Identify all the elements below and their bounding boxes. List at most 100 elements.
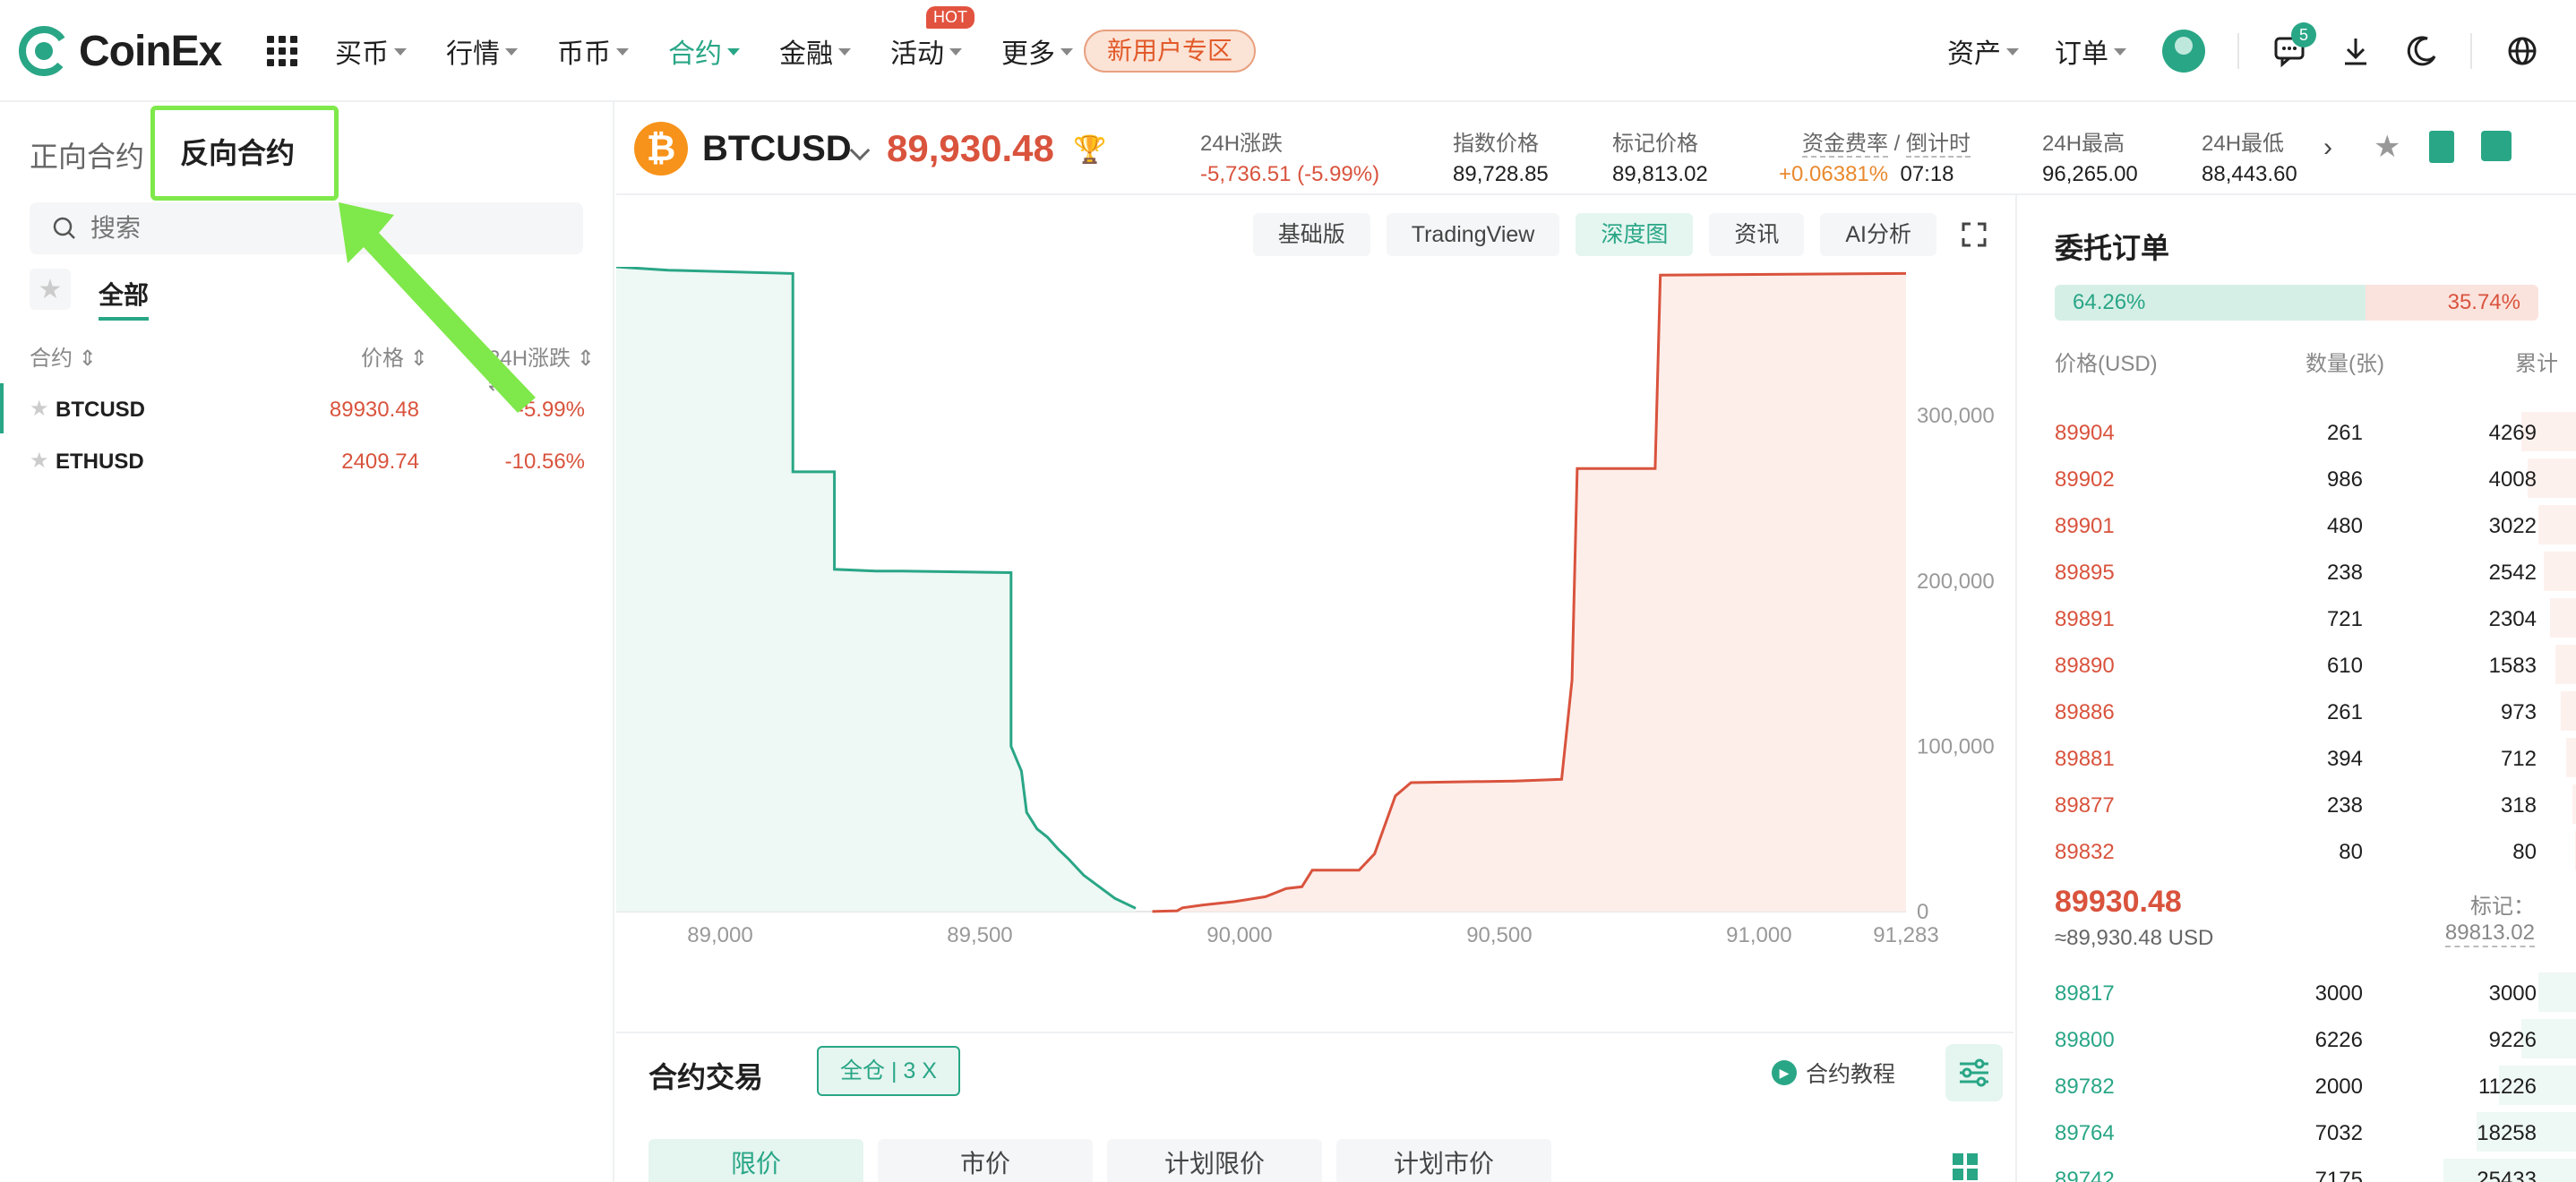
ask-row[interactable]: 89886 261 973 <box>2017 688 2576 734</box>
depth-bar <box>2566 738 2576 777</box>
order-qty: 394 <box>2326 747 2363 771</box>
order-qty: 3000 <box>2314 981 2363 1006</box>
order-type-tab[interactable]: 市价 <box>878 1139 1093 1182</box>
x-tick-label: 89,500 <box>947 923 1012 947</box>
mid-price-usd: ≈89,930.48 USD <box>2055 926 2214 950</box>
depth-bar <box>2538 972 2576 1012</box>
ask-row[interactable]: 89881 394 712 <box>2017 734 2576 781</box>
chart-tab[interactable]: 基础版 <box>1252 213 1370 256</box>
moon-icon[interactable] <box>2404 33 2440 69</box>
order-price: 89902 <box>2055 467 2115 492</box>
bid-row[interactable]: 89742 7175 25433 <box>2017 1155 2576 1182</box>
new-user-zone-button[interactable]: 新用户专区 <box>1084 30 1257 73</box>
bid-row[interactable]: 89817 3000 3000 <box>2017 969 2576 1015</box>
trophy-icon[interactable]: 🏆 <box>1073 134 1106 166</box>
nav-item-label: 更多 <box>1001 39 1055 69</box>
hot-badge: HOT <box>926 6 975 29</box>
assets-menu[interactable]: 资产 <box>1947 31 2019 71</box>
order-type-tab[interactable]: 计划市价 <box>1336 1139 1551 1182</box>
market-list-panel: 正向合约 反向合约 ★ 全部 合约 ⇕ 价格 ⇕ 24H涨跌 ⇕ ⇌ ★ BTC… <box>0 102 614 1182</box>
tutorial-link[interactable]: ▶ 合约教程 <box>1772 1057 1895 1089</box>
stat-24h-change: 24H涨跌 -5,736.51 (-5.99%) <box>1200 132 1380 186</box>
chart-tab[interactable]: 资讯 <box>1709 213 1805 256</box>
stat-funding-rate[interactable]: 资金费率 / 倒计时 +0.06381% 07:18 <box>1779 125 1971 187</box>
bid-row[interactable]: 89800 6226 9226 <box>2017 1015 2576 1062</box>
bid-row[interactable]: 89782 2000 11226 <box>2017 1062 2576 1109</box>
nav-item[interactable]: 更多 <box>1001 31 1073 71</box>
order-type-tab[interactable]: 计划限价 <box>1107 1139 1322 1182</box>
chevron-down-icon <box>2006 48 2019 56</box>
depth-chart-panel: 基础版 TradingView 深度图 资讯 AI分析 89,000 89,500 90,0… <box>616 195 2014 1032</box>
order-type-tab[interactable]: 限价 <box>648 1139 863 1182</box>
order-price: 89742 <box>2055 1168 2115 1182</box>
chart-tab[interactable]: 深度图 <box>1576 213 1694 256</box>
nav-item-label: 合约 <box>668 39 722 69</box>
order-qty: 986 <box>2326 467 2363 492</box>
ask-row[interactable]: 89891 721 2304 <box>2017 595 2576 641</box>
download-icon[interactable] <box>2338 33 2374 69</box>
orderbook-panel: 委托订单 64.26% 35.74% 价格(USD) 数量(张) 累计 8990… <box>2015 195 2576 1182</box>
order-qty: 610 <box>2326 654 2363 678</box>
chart-tab[interactable]: TradingView <box>1386 213 1560 256</box>
coinex-logo-icon <box>19 26 69 76</box>
order-price: 89890 <box>2055 654 2115 678</box>
stat-24h-high: 24H最高 96,265.00 <box>2042 132 2138 186</box>
x-tick-label: 90,000 <box>1206 923 1272 947</box>
nav-item[interactable]: 行情 <box>446 31 518 71</box>
avatar[interactable] <box>2162 30 2205 73</box>
ask-row[interactable]: 89832 80 80 <box>2017 827 2576 874</box>
order-qty: 2000 <box>2314 1075 2363 1099</box>
order-qty: 7175 <box>2314 1168 2363 1182</box>
stat-24h-low: 24H最低 88,443.60 <box>2202 132 2297 186</box>
book-icon[interactable] <box>2429 131 2454 163</box>
orders-menu[interactable]: 订单 <box>2055 31 2126 71</box>
ask-row[interactable]: 89890 610 1583 <box>2017 641 2576 688</box>
chevron-right-icon[interactable]: › <box>2323 133 2332 163</box>
ask-row[interactable]: 89901 480 3022 <box>2017 501 2576 548</box>
trade-panel: 合约交易 全仓 | 3 X ▶ 合约教程 限价 市价 计划限价 计划市价 <box>616 1032 2014 1182</box>
globe-icon[interactable] <box>2504 33 2540 69</box>
chevron-down-icon[interactable] <box>849 140 871 161</box>
order-price: 89881 <box>2055 747 2115 771</box>
col-price: 价格(USD) <box>2055 352 2158 376</box>
nav-item[interactable]: 活动 HOT <box>890 6 975 71</box>
col-total: 累计 <box>2515 352 2558 376</box>
fullscreen-icon[interactable] <box>1953 213 1996 256</box>
nav-item[interactable]: 金融 <box>779 31 851 71</box>
nav-item[interactable]: 合约 <box>668 31 740 71</box>
margin-leverage-button[interactable]: 全仓 | 3 X <box>817 1046 960 1096</box>
depth-chart[interactable]: 89,000 89,500 90,000 90,500 91,000 91,2830 100… <box>616 267 2014 1032</box>
order-total: 3022 <box>2488 514 2537 538</box>
col-qty: 数量(张) <box>2306 352 2384 376</box>
bid-row[interactable]: 89764 7032 18258 <box>2017 1109 2576 1155</box>
annotation-arrow <box>339 202 536 413</box>
chevron-down-icon <box>2114 48 2126 56</box>
nav-item-label: 买币 <box>335 39 389 69</box>
calculator-icon[interactable] <box>2481 131 2512 161</box>
order-total: 11226 <box>2478 1075 2537 1099</box>
settings-icon[interactable] <box>1945 1044 2003 1101</box>
ask-row[interactable]: 89877 238 318 <box>2017 781 2576 827</box>
order-total: 973 <box>2500 700 2537 724</box>
pair-selector[interactable]: BTCUSD <box>702 129 852 169</box>
mid-price: 89930.48 <box>2055 885 2182 919</box>
y-tick-label: 0 <box>1917 900 1928 924</box>
layout-grid-icon[interactable] <box>1953 1153 1979 1180</box>
nav-item[interactable]: 买币 <box>335 31 407 71</box>
chevron-down-icon <box>616 48 629 56</box>
stat-mark-price: 标记价格 89,813.02 <box>1612 132 1708 186</box>
star-icon[interactable]: ★ <box>2374 129 2400 165</box>
order-price: 89877 <box>2055 793 2115 818</box>
ask-row[interactable]: 89895 238 2542 <box>2017 548 2576 595</box>
order-total: 18258 <box>2477 1121 2537 1145</box>
x-tick-label: 91,000 <box>1726 923 1791 947</box>
coinex-logo[interactable]: CoinEx <box>18 23 222 79</box>
order-price: 89764 <box>2055 1121 2115 1145</box>
nav-item[interactable]: 币币 <box>557 31 629 71</box>
apps-grid-icon[interactable] <box>267 36 297 66</box>
ask-row[interactable]: 89904 261 4269 <box>2017 408 2576 455</box>
y-tick-label: 300,000 <box>1917 404 1995 428</box>
chart-tab[interactable]: AI分析 <box>1820 213 1936 256</box>
message-icon[interactable]: 5 <box>2271 22 2316 69</box>
ask-row[interactable]: 89902 986 4008 <box>2017 455 2576 501</box>
